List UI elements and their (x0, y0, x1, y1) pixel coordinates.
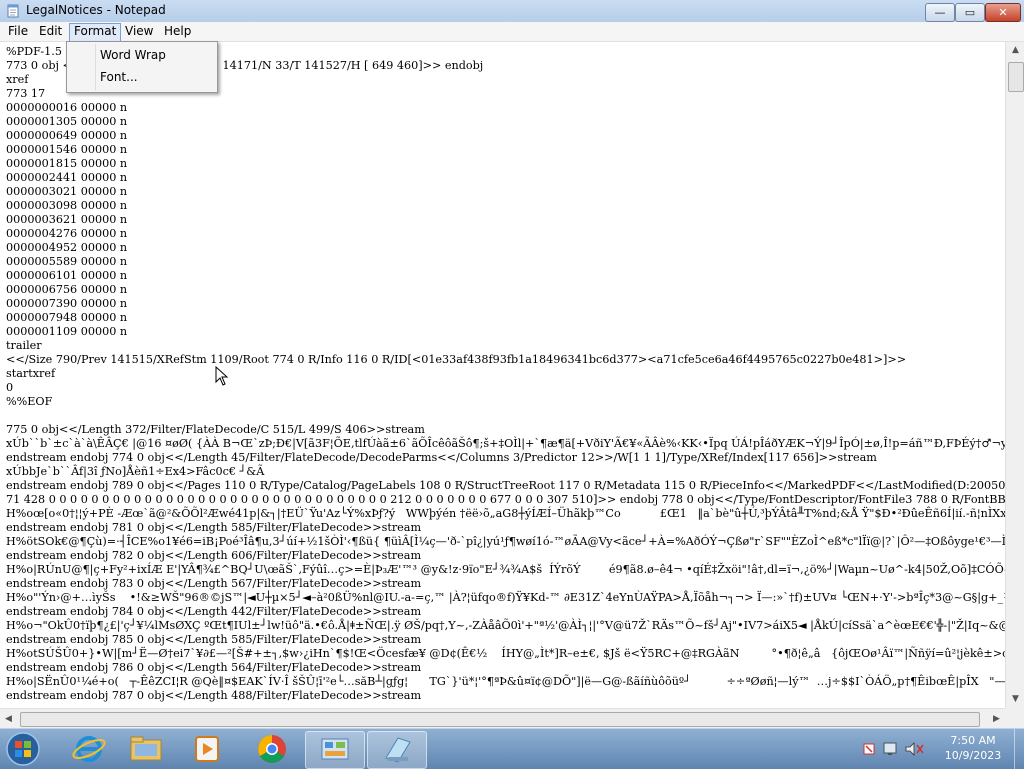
word-wrap-menu-item[interactable]: Word Wrap (100, 48, 166, 62)
font-menu-item[interactable]: Font... (100, 70, 138, 84)
notepad-app-icon (7, 4, 19, 18)
taskbar: 7:50 AM 10/9/2023 (0, 728, 1024, 769)
scroll-right-arrow-icon[interactable]: ▶ (988, 709, 1005, 729)
maximize-icon: ▭ (964, 6, 976, 19)
menu-edit[interactable]: Edit (35, 23, 66, 40)
scroll-left-arrow-icon[interactable]: ◀ (0, 709, 17, 729)
notepad-taskbar-icon[interactable] (367, 731, 427, 769)
window-title: LegalNotices - Notepad (26, 3, 166, 17)
taskbar-clock[interactable]: 7:50 AM 10/9/2023 (938, 733, 1008, 763)
show-desktop-button[interactable] (1014, 729, 1024, 769)
maximize-button[interactable]: ▭ (955, 3, 985, 22)
menu-bar: File Edit Format View Help (0, 22, 1024, 42)
horizontal-scrollbar[interactable]: ◀ ▶ (0, 708, 1005, 729)
mouse-pointer-icon (215, 366, 229, 386)
control-panel-icon[interactable] (305, 731, 365, 769)
menu-help[interactable]: Help (160, 23, 195, 40)
chrome-icon[interactable] (243, 731, 301, 767)
vertical-scrollbar[interactable]: ▲ ▼ (1005, 42, 1024, 708)
system-tray-icons[interactable] (862, 741, 937, 757)
close-icon: ✕ (998, 6, 1008, 19)
title-bar[interactable]: LegalNotices - Notepad — ▭ ✕ (0, 0, 1024, 23)
media-player-icon[interactable] (178, 731, 236, 767)
menu-format[interactable]: Format (69, 23, 122, 42)
clock-date: 10/9/2023 (944, 749, 1002, 762)
scroll-down-arrow-icon[interactable]: ▼ (1006, 691, 1024, 708)
internet-explorer-icon[interactable] (60, 731, 118, 767)
menu-view[interactable]: View (121, 23, 157, 40)
menu-file[interactable]: File (4, 23, 32, 40)
clock-time: 7:50 AM (950, 734, 996, 747)
format-menu-dropdown: Word Wrap Font... (66, 41, 218, 93)
text-editor-area[interactable]: %PDF-1.5 % 773 0 obj < 776/E 14171/N 33/… (0, 42, 1005, 708)
scroll-up-arrow-icon[interactable]: ▲ (1006, 42, 1024, 59)
menu-gutter-divider (95, 44, 96, 90)
scrollbar-corner (1005, 708, 1024, 728)
editor-text[interactable]: %PDF-1.5 % 773 0 obj < 776/E 14171/N 33/… (6, 45, 1005, 703)
windows-start-orb-icon[interactable] (3, 731, 43, 767)
minimize-icon: — (934, 6, 946, 19)
file-explorer-icon[interactable] (117, 731, 175, 767)
close-button[interactable]: ✕ (985, 3, 1021, 22)
notepad-window: LegalNotices - Notepad — ▭ ✕ File Edit F… (0, 0, 1024, 729)
minimize-button[interactable]: — (925, 3, 955, 22)
horizontal-scroll-thumb[interactable] (20, 712, 980, 727)
vertical-scroll-thumb[interactable] (1008, 62, 1024, 92)
